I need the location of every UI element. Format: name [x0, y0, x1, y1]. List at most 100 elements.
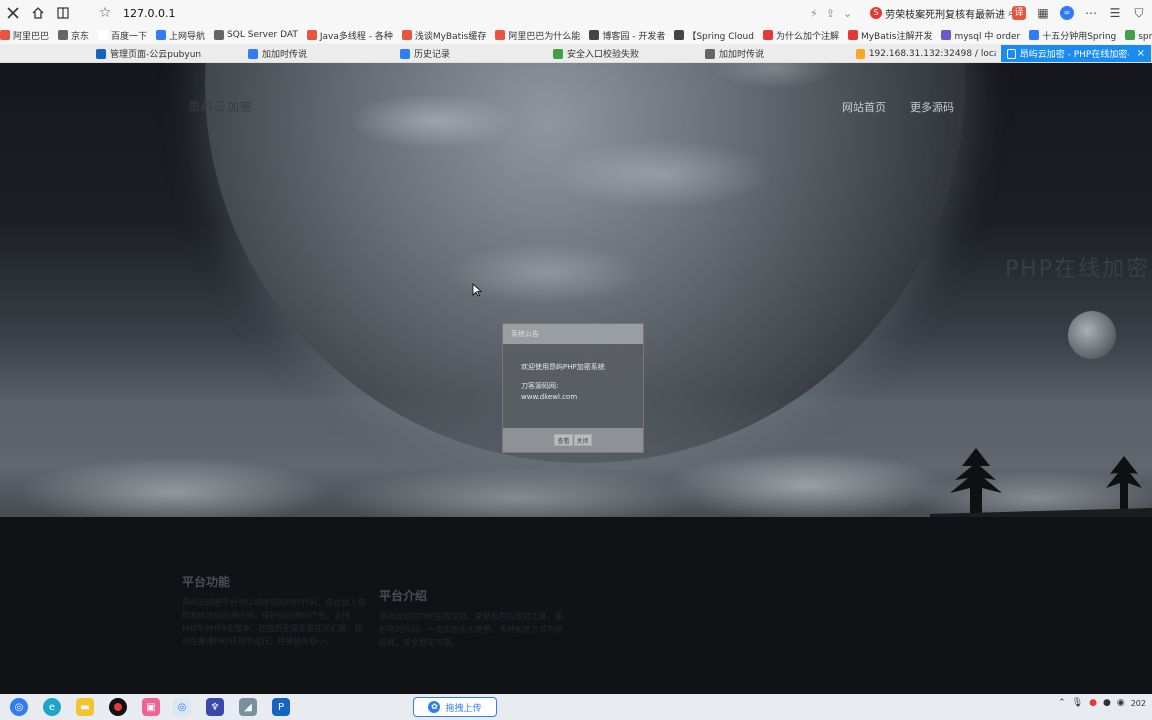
- tab[interactable]: 192.168.31.132:32498 / localho: [856, 45, 996, 62]
- microphone-icon[interactable]: 🎙: [1072, 698, 1083, 708]
- app-icon[interactable]: ♆: [206, 698, 224, 716]
- tab[interactable]: 管理页面-公云pubyun: [96, 45, 241, 62]
- feature-section: 平台功能 昂屿云加密平台可以加密您的PHP代码，防止他人窃取和修改您的源代码，保…: [182, 573, 368, 648]
- file-explorer-icon[interactable]: ▬: [76, 698, 94, 716]
- tray-app3-icon[interactable]: ◉: [1117, 698, 1125, 708]
- bookmark-item[interactable]: MyBatis注解开发: [848, 29, 933, 42]
- browser-toolbar: ☆ 127.0.0.1 ⚡ ⇪ ⌄ S 劳荣枝案死刑复核有最新进 ⌕ 译 ▦ ∞…: [0, 0, 1152, 26]
- bookmark-label: 【Spring Cloud: [687, 29, 754, 42]
- bookmark-label: 上网导航: [169, 29, 205, 42]
- tab-close-icon[interactable]: ×: [1137, 48, 1145, 59]
- lightning-icon[interactable]: ⚡: [810, 7, 818, 20]
- bookmark-item[interactable]: 上网导航: [156, 29, 205, 42]
- bookmark-favicon-icon: [156, 30, 166, 40]
- cloud-icon: ✿: [428, 701, 440, 713]
- clock-year[interactable]: 202: [1131, 699, 1146, 708]
- dialog-close-button[interactable]: 关闭: [574, 434, 592, 446]
- bookmark-favicon-icon: [98, 30, 108, 40]
- bookmark-item[interactable]: 京东: [58, 29, 89, 42]
- bookmark-label: 博客园 - 开发者: [602, 29, 665, 42]
- drag-upload-button[interactable]: ✿ 拖拽上传: [413, 697, 497, 717]
- tab-label: 历史记录: [414, 47, 450, 60]
- reader-mode-icon[interactable]: [51, 2, 75, 24]
- tab-active[interactable]: 昂屿云加密 - PHP在线加密-昂屿×: [1001, 45, 1151, 62]
- chevron-down-icon[interactable]: ⌄: [843, 7, 852, 20]
- active-browser-icon[interactable]: ◎: [173, 698, 191, 716]
- pubyun-icon[interactable]: P: [272, 698, 290, 716]
- bookmark-item[interactable]: SQL Server DAT: [214, 30, 298, 40]
- bookmark-label: Java多线程 - 各种: [320, 29, 393, 42]
- shirt-icon[interactable]: ⛉: [1132, 6, 1146, 20]
- bookmark-label: springBoot实现: [1138, 29, 1152, 42]
- url-text[interactable]: 127.0.0.1: [123, 7, 175, 20]
- edge-icon[interactable]: e: [43, 698, 61, 716]
- record-icon[interactable]: [109, 698, 127, 716]
- tab[interactable]: 安全入口校验失败: [553, 45, 698, 62]
- bookmark-item[interactable]: 为什么加个注解: [763, 29, 839, 42]
- tab-favicon-icon: [553, 49, 563, 59]
- nav-more-source-link[interactable]: 更多源码: [910, 99, 954, 115]
- bilibili-icon[interactable]: ▣: [142, 698, 160, 716]
- tray-chevron-up-icon[interactable]: ⌃: [1058, 698, 1066, 708]
- bookmark-star-icon[interactable]: ☆: [95, 5, 115, 21]
- bookmark-item[interactable]: 浅谈MyBatis缓存: [402, 29, 487, 42]
- trees-image: [930, 428, 1152, 517]
- home-icon[interactable]: [26, 2, 50, 24]
- tab-favicon-icon: [856, 49, 865, 59]
- moon-image: [1068, 311, 1116, 359]
- tab[interactable]: 加加时传说: [248, 45, 393, 62]
- stop-icon[interactable]: [1, 2, 25, 24]
- dialog-view-button[interactable]: 查看: [554, 434, 572, 446]
- mouse-cursor-icon: [472, 283, 482, 297]
- more-icon[interactable]: ⋯: [1084, 6, 1098, 20]
- hot-search[interactable]: S 劳荣枝案死刑复核有最新进 ⌕: [870, 6, 1014, 21]
- site-logo[interactable]: 昂屿云加密: [188, 98, 253, 115]
- bookmark-favicon-icon: [589, 30, 599, 40]
- bookmark-favicon-icon: [941, 30, 951, 40]
- bookmark-item[interactable]: 博客园 - 开发者: [589, 29, 665, 42]
- menu-icon[interactable]: ☰: [1108, 6, 1122, 20]
- share-icon[interactable]: ⇪: [826, 7, 835, 20]
- bookmark-label: MyBatis注解开发: [861, 29, 933, 42]
- bookmark-item[interactable]: 阿里巴巴: [0, 29, 49, 42]
- intro-text: 昂屿云加密PHP在线加密，简单易用的加密工具，保护您的代码。一次加密永久使用，多…: [379, 610, 569, 649]
- bookmark-label: 浅谈MyBatis缓存: [415, 29, 487, 42]
- bookmark-item[interactable]: 十五分钟用Spring: [1029, 29, 1116, 42]
- bookmark-item[interactable]: 百度一下: [98, 29, 147, 42]
- windows-taskbar: ◎ e ▬ ▣ ◎ ♆ ◢ P ✿ 拖拽上传 ⌃ 🎙 ● ● ◉ 202: [0, 694, 1152, 720]
- bookmark-favicon-icon: [674, 30, 684, 40]
- bookmark-item[interactable]: springBoot实现: [1125, 29, 1152, 42]
- tab[interactable]: 加加时传说: [705, 45, 850, 62]
- dialog-body: 欢迎使用昂屿PHP加密系统 刀客源码网: www.dkewl.com: [503, 344, 643, 403]
- tool-icon[interactable]: ◢: [239, 698, 257, 716]
- bookmark-item[interactable]: 阿里巴巴为什么能: [495, 29, 580, 42]
- tray-app2-icon[interactable]: ●: [1103, 698, 1111, 708]
- address-bar[interactable]: ☆ 127.0.0.1: [95, 3, 865, 23]
- tab[interactable]: 历史记录: [400, 45, 545, 62]
- grid-icon[interactable]: ▦: [1036, 6, 1050, 20]
- bookmark-label: 阿里巴巴: [13, 29, 49, 42]
- bookmark-item[interactable]: mysql 中 order: [941, 29, 1020, 42]
- tab-label: 192.168.31.132:32498 / localho: [869, 49, 996, 59]
- tab-label: 管理页面-公云pubyun: [110, 47, 201, 60]
- nav-home-link[interactable]: 网站首页: [842, 99, 886, 115]
- bookmark-label: 百度一下: [111, 29, 147, 42]
- dialog-welcome-text: 欢迎使用昂屿PHP加密系统: [521, 362, 625, 373]
- hot-search-text: 劳荣枝案死刑复核有最新进: [885, 6, 1005, 21]
- announcement-dialog: 系统公告 欢迎使用昂屿PHP加密系统 刀客源码网: www.dkewl.com …: [502, 323, 644, 453]
- feature-text: 昂屿云加密平台可以加密您的PHP代码，防止他人窃取和修改您的源代码，保护您的知识…: [182, 596, 368, 648]
- search-engine-icon: S: [870, 7, 882, 19]
- tab-label: 加加时传说: [262, 47, 307, 60]
- tray-app-icon[interactable]: ●: [1089, 698, 1097, 708]
- extension-red-icon[interactable]: 译: [1012, 6, 1026, 20]
- browser-360-icon[interactable]: ◎: [10, 698, 28, 716]
- intro-section: 平台介绍 昂屿云加密PHP在线加密，简单易用的加密工具，保护您的代码。一次加密永…: [379, 587, 569, 649]
- browser-tools: 译 ▦ ∞ ⋯ ☰ ⛉: [1012, 3, 1146, 23]
- bookmark-item[interactable]: Java多线程 - 各种: [307, 29, 393, 42]
- bookmark-favicon-icon: [402, 30, 412, 40]
- bookmark-item[interactable]: 【Spring Cloud: [674, 29, 754, 42]
- dialog-title: 系统公告: [503, 324, 643, 344]
- dialog-source-url: www.dkewl.com: [521, 392, 625, 403]
- tab-favicon-icon: [705, 49, 715, 59]
- extension-blue-icon[interactable]: ∞: [1060, 6, 1074, 20]
